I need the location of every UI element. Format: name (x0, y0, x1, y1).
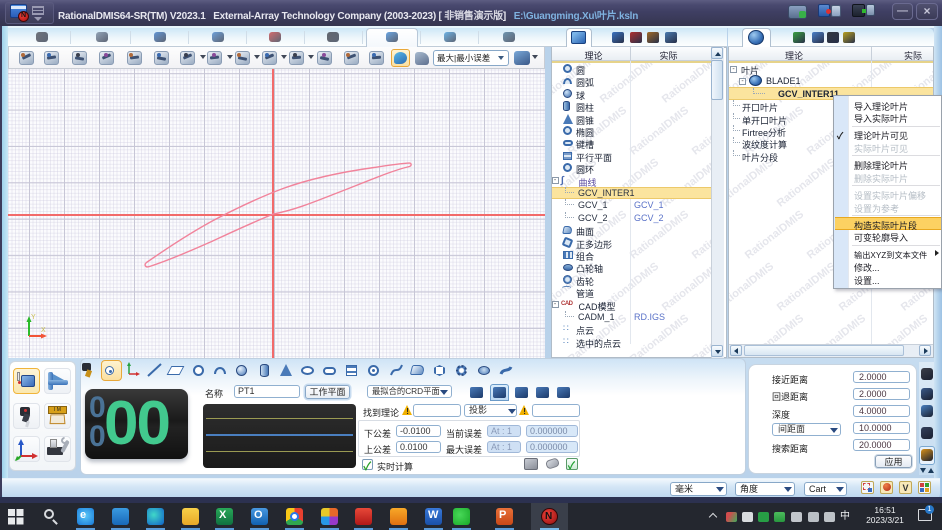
svg-text:X: X (41, 327, 46, 334)
svg-text:Y: Y (31, 314, 36, 321)
